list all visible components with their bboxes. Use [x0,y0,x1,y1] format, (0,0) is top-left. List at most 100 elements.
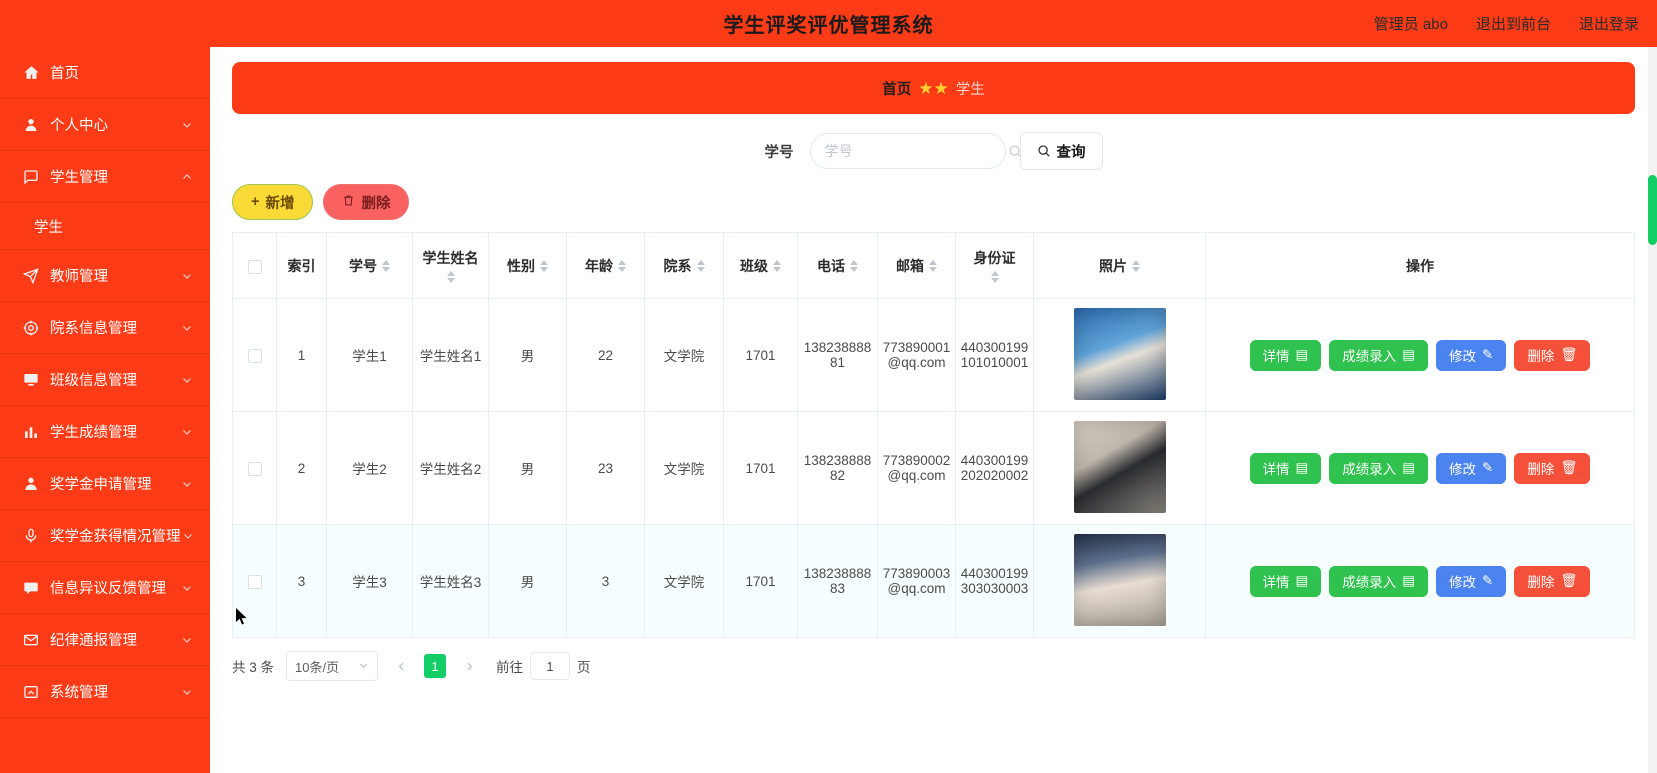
edit-button[interactable]: 修改 ✎ [1436,565,1507,597]
page-number-1[interactable]: 1 [424,654,447,678]
sidebar-item-feedback-management[interactable]: 信息异议反馈管理 [0,562,210,614]
sort-icon[interactable] [618,259,626,272]
star-icon: ★★ [918,78,949,98]
logout-link[interactable]: 退出登录 [1579,13,1639,34]
row-checkbox[interactable] [247,574,262,589]
th-gender[interactable]: 性别 [488,232,567,299]
th-photo[interactable]: 照片 [1033,232,1206,299]
scrollbar-thumb[interactable] [1648,175,1657,245]
sort-icon[interactable] [850,259,858,272]
pencil-icon: ✎ [1482,460,1494,475]
sidebar-item-student-scores[interactable]: 学生成绩管理 [0,406,210,458]
detail-button[interactable]: 详情 ▤ [1249,452,1322,484]
add-button[interactable]: + 新增 [232,184,314,220]
search-input-wrapper[interactable] [809,133,1022,169]
sidebar-item-teacher-management[interactable]: 教师管理 [0,250,210,302]
sidebar-label-discipline-notice: 纪律通报管理 [50,633,137,649]
th-phone-label: 电话 [817,257,845,274]
doc-icon: ▤ [1402,347,1416,362]
th-email[interactable]: 邮箱 [877,232,956,299]
student-photo[interactable] [1073,307,1166,400]
sort-icon[interactable] [929,259,937,272]
sort-icon[interactable] [382,259,390,272]
th-student-no[interactable]: 学号 [326,232,413,299]
monitor-icon [22,371,40,389]
page-size-select[interactable]: 10条/页 [286,651,379,681]
header-right-menu: 管理员 abo 退出到前台 退出登录 [1374,0,1639,47]
delete-row-button[interactable]: 删除 🗑 [1514,452,1591,484]
score-entry-button-label: 成绩录入 [1342,462,1397,477]
sort-icon[interactable] [773,259,781,272]
cell-gender: 男 [488,411,567,525]
select-all-checkbox[interactable] [247,259,262,274]
table-header-row: 索引 学号 学生姓名 性别 年龄 院系 班级 电话 邮箱 身份证 照片 操作 [232,232,1635,299]
exit-to-front-link[interactable]: 退出到前台 [1476,13,1551,34]
page-jump-input[interactable] [530,652,571,680]
th-department[interactable]: 院系 [644,232,724,299]
th-photo-label: 照片 [1099,257,1127,274]
student-photo[interactable] [1073,420,1166,513]
th-phone[interactable]: 电话 [797,232,878,299]
sort-icon[interactable] [446,271,455,283]
score-entry-button[interactable]: 成绩录入 ▤ [1329,565,1429,597]
scrollbar-track[interactable] [1648,47,1657,773]
delete-row-button[interactable]: 删除 🗑 [1514,565,1591,597]
table-row: 1 学生1 学生姓名1 男 22 文学院 1701 13823888881 77… [232,298,1635,412]
th-class[interactable]: 班级 [723,232,798,299]
sidebar-item-class-info[interactable]: 班级信息管理 [0,354,210,406]
edit-button-label: 修改 [1449,462,1477,477]
cell-select [232,298,277,412]
cell-operations: 详情 ▤ 成绩录入 ▤ 修改 ✎ 删除 🗑 [1205,298,1635,412]
sort-icon[interactable] [990,271,999,283]
cell-photo [1033,524,1206,638]
sidebar-label-class-info: 班级信息管理 [50,373,137,389]
th-student-name[interactable]: 学生姓名 [412,232,489,299]
row-checkbox[interactable] [247,348,262,363]
breadcrumb-home[interactable]: 首页 [882,78,911,99]
main-content: 首页 ★★ 学生 学号 查询 + 新增 [210,47,1657,773]
delete-row-button-label: 删除 [1527,349,1555,364]
table-body: 1 学生1 学生姓名1 男 22 文学院 1701 13823888881 77… [232,298,1635,638]
detail-button[interactable]: 详情 ▤ [1249,339,1322,371]
sidebar-item-student-management[interactable]: 学生管理 [0,151,210,203]
score-entry-button[interactable]: 成绩录入 ▤ [1329,452,1429,484]
delete-button[interactable]: 删除 [323,184,410,220]
sidebar-subitem-student[interactable]: 学生 [0,203,210,250]
prev-page-button[interactable] [390,653,412,679]
cell-id-card: 440300199101010001 [955,298,1034,412]
sidebar-item-discipline-notice[interactable]: 纪律通报管理 [0,614,210,666]
sidebar-label-scholarship-awarded: 奖学金获得情况管理 [50,529,181,545]
sidebar-label-teacher-management: 教师管理 [50,269,108,285]
detail-button[interactable]: 详情 ▤ [1249,565,1322,597]
sort-icon[interactable] [540,259,548,272]
next-page-button[interactable] [458,653,480,679]
row-checkbox[interactable] [247,461,262,476]
sidebar-item-personal-center[interactable]: 个人中心 [0,99,210,151]
admin-user-label[interactable]: 管理员 abo [1374,13,1448,34]
edit-button[interactable]: 修改 ✎ [1436,452,1507,484]
delete-row-button[interactable]: 删除 🗑 [1514,339,1591,371]
sidebar-item-scholarship-application[interactable]: 奖学金申请管理 [0,458,210,510]
comment-icon [22,168,40,186]
chevron-down-icon [180,269,194,283]
student-photo[interactable] [1073,533,1166,626]
th-select-all [232,232,277,299]
edit-button[interactable]: 修改 ✎ [1436,339,1507,371]
score-entry-button[interactable]: 成绩录入 ▤ [1329,339,1429,371]
sort-icon[interactable] [696,259,705,272]
th-index: 索引 [276,232,327,299]
sidebar-item-system-management[interactable]: 系统管理 [0,666,210,718]
cell-student-name: 学生姓名2 [412,411,489,525]
target-icon [22,319,40,337]
th-id-card[interactable]: 身份证 [955,232,1034,299]
sort-icon[interactable] [1132,259,1140,272]
sidebar-nav: 首页 个人中心 学生管理 学生 教师管理 院系信息管理 班级信息管理 学生成绩管… [0,47,210,773]
sidebar-item-home[interactable]: 首页 [0,47,210,99]
sidebar-item-department-info[interactable]: 院系信息管理 [0,302,210,354]
cell-age: 22 [566,298,645,412]
th-age[interactable]: 年龄 [566,232,645,299]
th-gender-label: 性别 [507,257,535,274]
sidebar-item-scholarship-awarded[interactable]: 奖学金获得情况管理 [0,510,210,562]
search-input[interactable] [822,142,1008,160]
query-button[interactable]: 查询 [1019,132,1103,170]
